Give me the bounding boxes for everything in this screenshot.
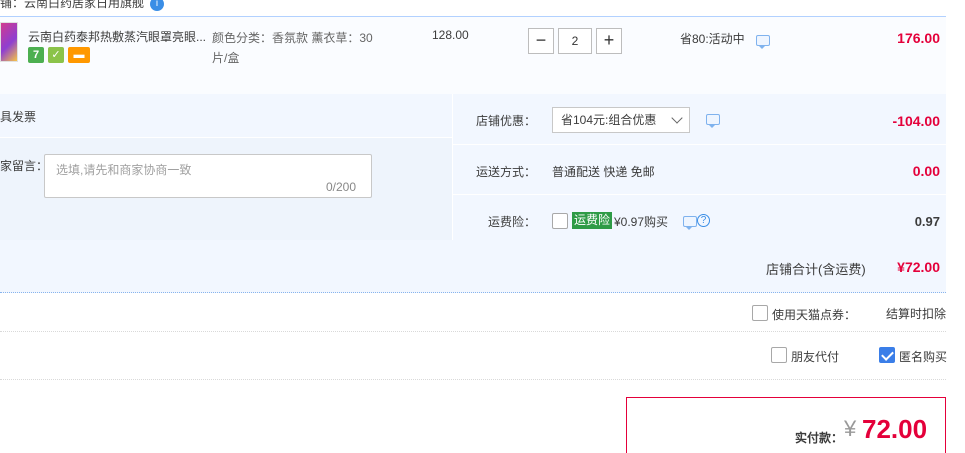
shield-icon: ✓ (48, 47, 64, 63)
insurance-amount: 0.97 (914, 214, 940, 229)
anonymous-checkbox[interactable] (879, 347, 895, 363)
divider (452, 194, 946, 195)
shipping-label: 运送方式： (475, 165, 536, 179)
divider (0, 379, 946, 380)
insurance-price: ¥0.97购买 (614, 215, 669, 229)
divider (0, 331, 946, 332)
invoice-row (0, 94, 452, 138)
quantity-input[interactable]: 2 (558, 28, 592, 54)
payment-label: 实付款： (795, 431, 844, 445)
shop-name-line: 铺：云南白药居家日用旗舰 i (0, 0, 165, 11)
info-icon[interactable]: i (150, 0, 165, 11)
shop-name[interactable]: 铺：云南白药居家日用旗舰 (0, 0, 144, 10)
product-thumbnail[interactable] (0, 22, 18, 62)
chevron-down-icon (671, 112, 683, 124)
invoice-label[interactable]: 开具发票 (0, 108, 36, 125)
tmall-points-label[interactable]: 使用天猫点券： (772, 306, 856, 323)
shop-total-amount: ¥72.00 (897, 259, 940, 275)
help-icon[interactable]: ? (697, 214, 710, 227)
note-char-count: 0/200 (326, 180, 357, 194)
anonymous-label[interactable]: 匿名购买 (899, 348, 947, 365)
shop-total-label: 店铺合计(含运费) (766, 262, 866, 277)
shop-discount-label: 店铺优惠： (475, 114, 536, 128)
note-placeholder: 选填,请先和商家协商一致 (56, 163, 192, 177)
note-label: 给卖家留言： (0, 159, 49, 173)
seven-day-return-icon: 7 (28, 47, 44, 63)
tmall-points-note: 结算时扣除 (886, 307, 947, 321)
friend-pay-label[interactable]: 朋友代付 (791, 348, 839, 365)
shop-discount-amount: -104.00 (892, 113, 940, 129)
quantity-increase-button[interactable]: + (596, 28, 622, 54)
unit-price: 128.00 (432, 28, 469, 42)
friend-pay-checkbox[interactable] (771, 347, 787, 363)
insurance-checkbox[interactable] (552, 213, 568, 229)
shipping-amount: 0.00 (912, 163, 940, 179)
shipping-method: 普通配送 快递 免邮 (552, 165, 655, 179)
payment-amount: 72.00 (862, 414, 928, 444)
message-icon[interactable] (683, 216, 697, 230)
payment-currency: ¥ (844, 416, 857, 441)
shop-discount-select[interactable]: 省104元:组合优惠 (552, 107, 690, 133)
tmall-points-checkbox[interactable] (752, 305, 768, 321)
product-title[interactable]: 云南白药泰邦热敷蒸汽眼罩亮眼... (28, 28, 210, 45)
shop-discount-value: 省104元:组合优惠 (561, 113, 657, 127)
item-subtotal: 176.00 (897, 30, 940, 46)
credit-card-icon: ▬ (68, 47, 90, 63)
divider (452, 144, 946, 145)
message-icon[interactable] (706, 114, 720, 128)
product-sku: 颜色分类：香氛款 薰衣草：30片/盒 (212, 31, 373, 65)
insurance-tag: 运费险 (572, 212, 613, 229)
quantity-decrease-button[interactable]: − (528, 28, 554, 54)
insurance-label: 运费险： (487, 215, 536, 229)
message-icon[interactable] (756, 35, 770, 49)
item-discount: 省80:活动中 (680, 32, 745, 46)
